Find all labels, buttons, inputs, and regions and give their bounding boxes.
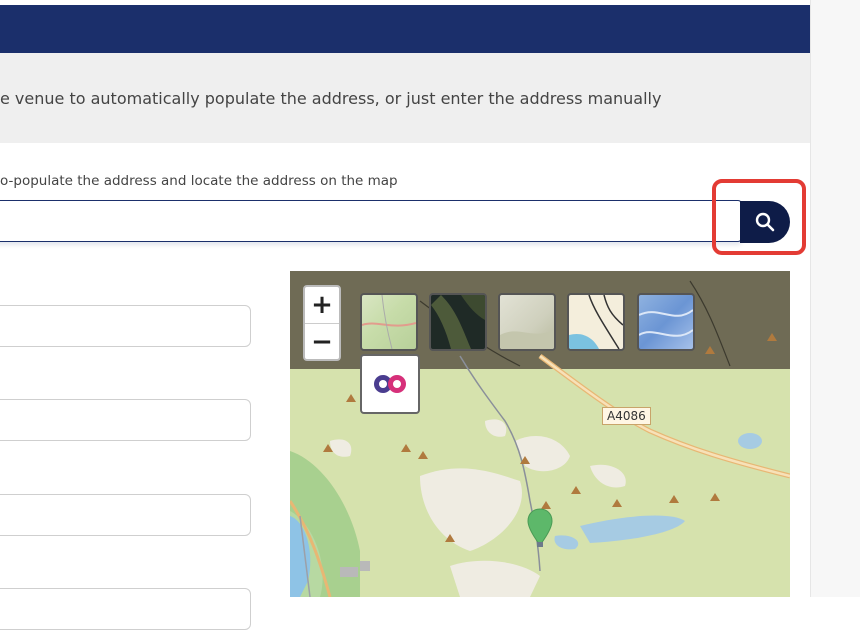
location-pin-icon[interactable] [527,508,553,548]
postcode-input[interactable] [0,588,251,630]
page: e venue to automatically populate the ad… [0,0,810,630]
layer-terrain-button[interactable] [498,293,556,351]
outdoor-map-icon [362,295,416,349]
address-line-2-input[interactable] [0,399,251,441]
layer-os-button[interactable] [360,354,420,414]
road-map-icon [569,295,623,349]
layer-outdoor-button[interactable] [360,293,418,351]
zoom-control: + − [303,285,341,361]
os-logo [374,375,406,393]
terrain-icon [500,330,554,349]
map[interactable]: + − A4086 [290,271,790,597]
relief-icon [639,309,693,337]
zoom-out-button[interactable]: − [305,324,339,360]
search-hint: o-populate the address and locate the ad… [0,173,398,189]
road-label-a4086: A4086 [602,407,651,425]
info-banner: e venue to automatically populate the ad… [0,53,810,143]
layer-road-button[interactable] [567,293,625,351]
layer-relief-button[interactable] [637,293,695,351]
venue-search-input[interactable] [0,200,742,242]
highlight-annotation [712,179,806,255]
satellite-icon [431,295,485,349]
zoom-in-button[interactable]: + [305,287,339,324]
address-line-1-input[interactable] [0,305,251,347]
town-input[interactable] [0,494,251,536]
header-bar [0,5,810,53]
layer-satellite-button[interactable] [429,293,487,351]
info-text: e venue to automatically populate the ad… [0,89,662,108]
page-gutter [810,0,860,597]
